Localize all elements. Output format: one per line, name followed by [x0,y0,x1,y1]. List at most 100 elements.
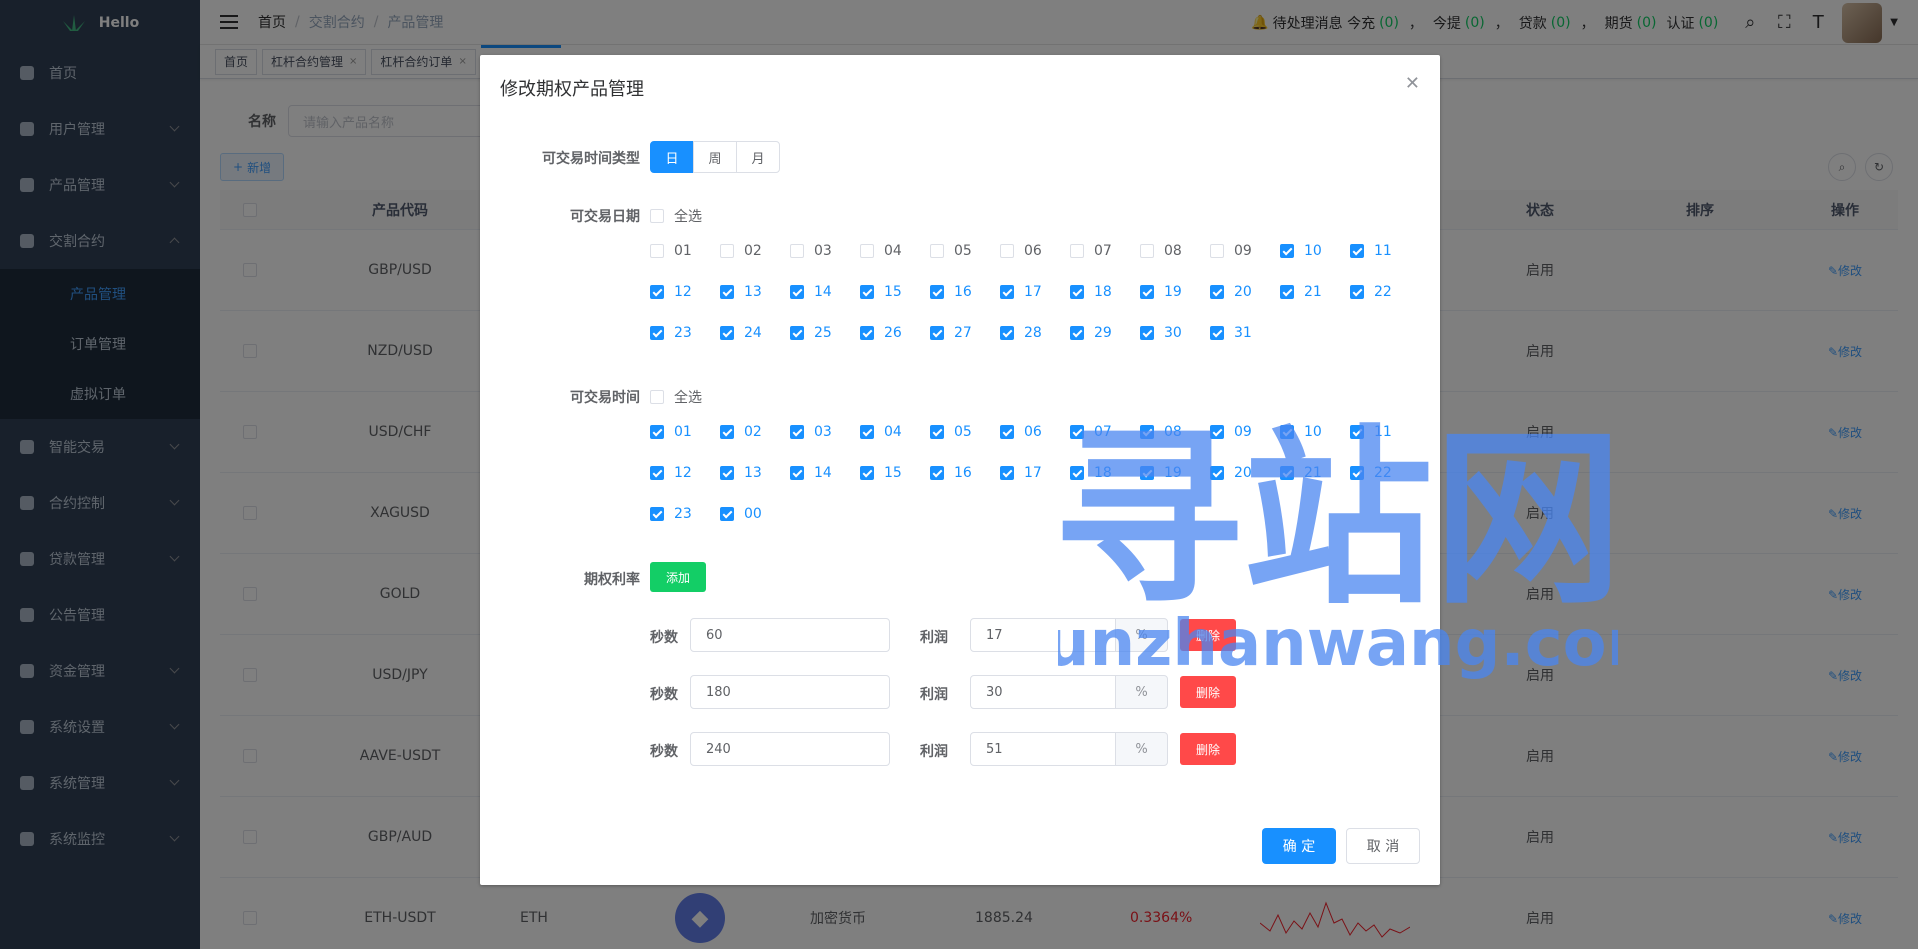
checkbox-22[interactable]: 22 [1350,465,1392,481]
checkbox-30[interactable]: 30 [1140,325,1182,341]
rate-row: 秒数 180 利润 30% 删除 [650,675,1250,709]
profit-input[interactable]: 17 [970,618,1116,652]
checkbox-label: 15 [884,465,902,481]
checkbox-box [1140,425,1154,439]
checkbox-09[interactable]: 09 [1210,243,1252,259]
checkbox-06[interactable]: 06 [1000,424,1042,440]
checkbox-17[interactable]: 17 [1000,465,1042,481]
checkbox-01[interactable]: 01 [650,243,692,259]
checkbox-box [650,425,664,439]
checkbox-10[interactable]: 10 [1280,424,1322,440]
checkbox-label: 23 [674,325,692,341]
checkbox-label: 31 [1234,325,1252,341]
checkbox-label: 18 [1094,284,1112,300]
checkbox-box [720,507,734,521]
seconds-input[interactable]: 180 [690,675,890,709]
checkbox-22[interactable]: 22 [1350,284,1392,300]
checkbox-10[interactable]: 10 [1280,243,1322,259]
checkbox-box [930,285,944,299]
checkbox-24[interactable]: 24 [720,325,762,341]
checkbox-20[interactable]: 20 [1210,465,1252,481]
checkbox-13[interactable]: 13 [720,465,762,481]
checkbox-15[interactable]: 15 [860,284,902,300]
checkbox-12[interactable]: 12 [650,284,692,300]
checkbox-27[interactable]: 27 [930,325,972,341]
checkbox-06[interactable]: 06 [1000,243,1042,259]
seconds-input[interactable]: 240 [690,732,890,766]
rate-label: 期权利率 [584,572,640,588]
checkbox-box [720,326,734,340]
checkbox-05[interactable]: 05 [930,243,972,259]
close-icon[interactable]: ✕ [1405,73,1420,94]
checkbox-03[interactable]: 03 [790,424,832,440]
checkbox-21[interactable]: 21 [1280,284,1322,300]
checkbox-16[interactable]: 16 [930,465,972,481]
checkbox-label: 05 [954,243,972,259]
time-type-option-2[interactable]: 月 [736,141,780,173]
checkbox-26[interactable]: 26 [860,325,902,341]
checkbox-13[interactable]: 13 [720,284,762,300]
confirm-button[interactable]: 确 定 [1262,828,1336,864]
checkbox-31[interactable]: 31 [1210,325,1252,341]
checkbox-18[interactable]: 18 [1070,465,1112,481]
checkbox-12[interactable]: 12 [650,465,692,481]
checkbox-00[interactable]: 00 [720,506,762,522]
percent-suffix: % [1115,675,1168,709]
time-type-radio-group: 日周月 [650,141,780,173]
checkbox-label: 11 [1374,243,1392,259]
checkbox-15[interactable]: 15 [860,465,902,481]
checkbox-box [790,466,804,480]
checkbox-02[interactable]: 02 [720,243,762,259]
checkbox-09[interactable]: 09 [1210,424,1252,440]
checkbox-03[interactable]: 03 [790,243,832,259]
checkbox-01[interactable]: 01 [650,424,692,440]
checkbox-14[interactable]: 14 [790,465,832,481]
date-select-all-checkbox[interactable]: 全选 [650,206,702,226]
checkbox-19[interactable]: 19 [1140,465,1182,481]
checkbox-21[interactable]: 21 [1280,465,1322,481]
profit-input[interactable]: 30 [970,675,1116,709]
checkbox-17[interactable]: 17 [1000,284,1042,300]
checkbox-box [1210,285,1224,299]
checkbox-07[interactable]: 07 [1070,243,1112,259]
checkbox-label: 07 [1094,243,1112,259]
time-type-option-1[interactable]: 周 [693,141,737,173]
checkbox-07[interactable]: 07 [1070,424,1112,440]
checkbox-label: 13 [744,284,762,300]
checkbox-04[interactable]: 04 [860,424,902,440]
checkbox-16[interactable]: 16 [930,284,972,300]
delete-button[interactable]: 删除 [1180,733,1236,765]
checkbox-19[interactable]: 19 [1140,284,1182,300]
checkbox-label: 06 [1024,243,1042,259]
checkbox-05[interactable]: 05 [930,424,972,440]
checkbox-28[interactable]: 28 [1000,325,1042,341]
checkbox-11[interactable]: 11 [1350,424,1392,440]
checkbox-label: 02 [744,424,762,440]
checkbox-08[interactable]: 08 [1140,243,1182,259]
checkbox-18[interactable]: 18 [1070,284,1112,300]
checkbox-14[interactable]: 14 [790,284,832,300]
checkbox-label: 17 [1024,465,1042,481]
delete-button[interactable]: 删除 [1180,619,1236,651]
seconds-input[interactable]: 60 [690,618,890,652]
checkbox-04[interactable]: 04 [860,243,902,259]
checkbox-box [790,285,804,299]
checkbox-29[interactable]: 29 [1070,325,1112,341]
checkbox-20[interactable]: 20 [1210,284,1252,300]
checkbox-25[interactable]: 25 [790,325,832,341]
profit-input[interactable]: 51 [970,732,1116,766]
cancel-button[interactable]: 取 消 [1346,828,1420,864]
seconds-label: 秒数 [650,744,678,760]
time-type-option-0[interactable]: 日 [650,141,694,173]
checkbox-23[interactable]: 23 [650,506,692,522]
checkbox-box [1140,244,1154,258]
app-root: Hello 首页用户管理产品管理交割合约产品管理订单管理虚拟订单智能交易合约控制… [0,0,1918,949]
checkbox-08[interactable]: 08 [1140,424,1182,440]
profit-label: 利润 [920,744,948,760]
delete-button[interactable]: 删除 [1180,676,1236,708]
add-rate-button[interactable]: 添加 [650,562,706,592]
time-select-all-checkbox[interactable]: 全选 [650,387,702,407]
checkbox-11[interactable]: 11 [1350,243,1392,259]
checkbox-23[interactable]: 23 [650,325,692,341]
checkbox-02[interactable]: 02 [720,424,762,440]
